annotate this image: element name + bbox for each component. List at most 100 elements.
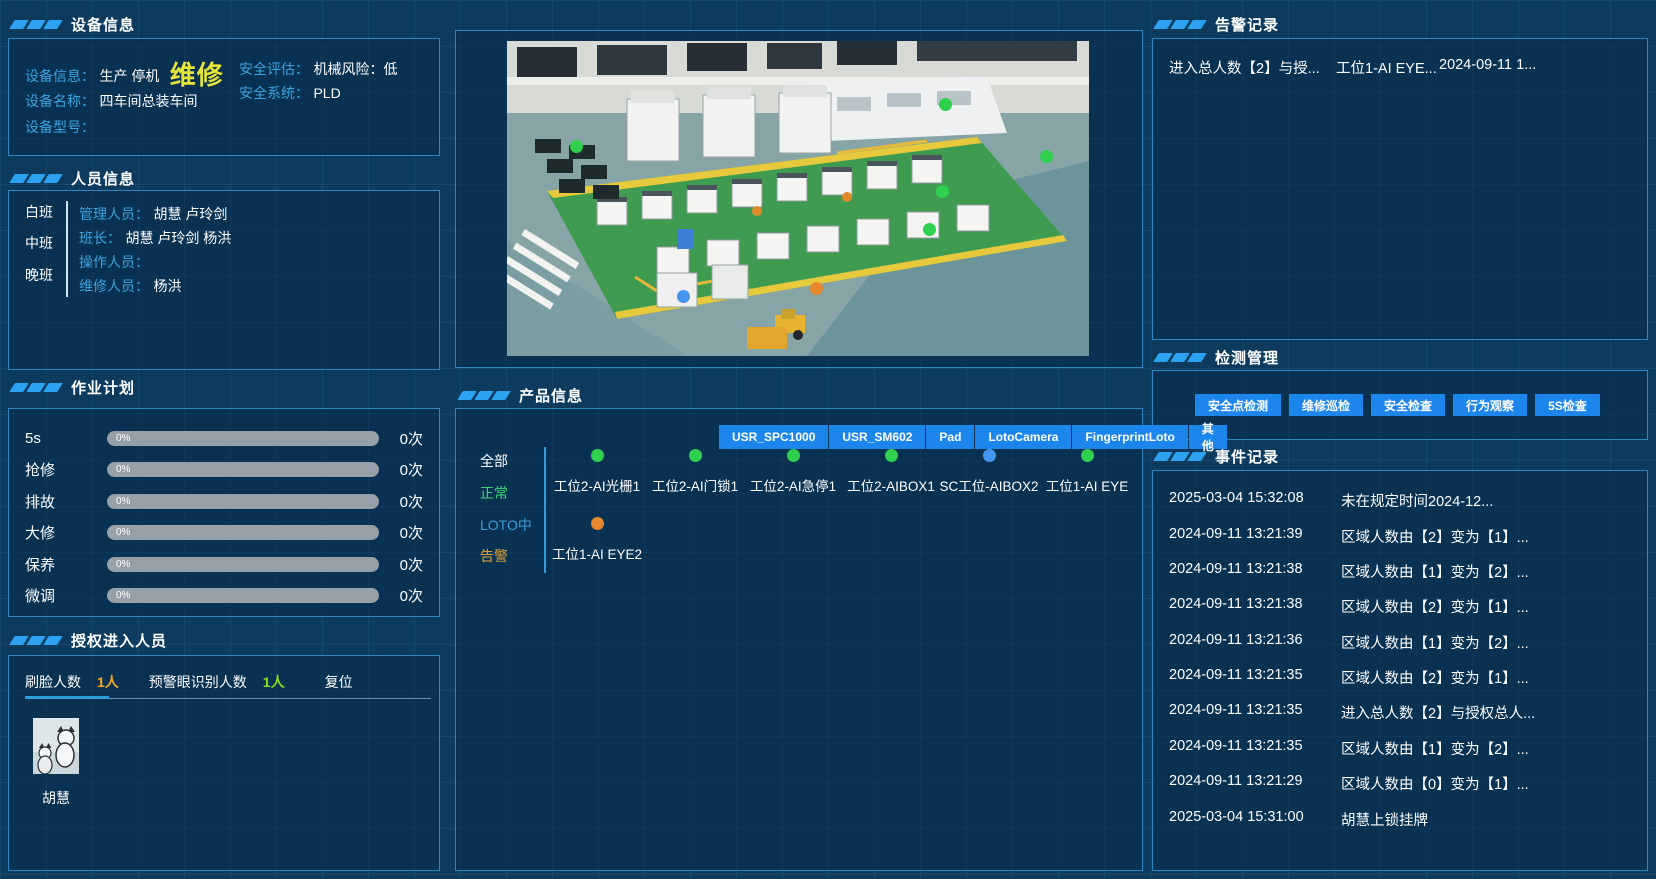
inspection-button-safety-check[interactable]: 安全检查 — [1371, 394, 1445, 416]
wp-percent: 0% — [116, 527, 130, 538]
manager-row: 管理人员： 胡慧 卢玲剑 — [79, 204, 227, 224]
inspection-button-safety-point[interactable]: 安全点检测 — [1195, 394, 1281, 416]
product-info-header: 产品信息 — [460, 384, 583, 406]
reset-button[interactable]: 复位 — [325, 672, 353, 692]
factory-3d-view[interactable] — [507, 41, 1089, 356]
status-marker-green[interactable] — [923, 223, 936, 236]
shift-tab-night[interactable]: 晚班 — [25, 265, 53, 285]
device-status-dot — [591, 517, 604, 530]
device-list-row2: 工位1-AI EYE2 — [548, 517, 646, 563]
filter-loto[interactable]: LOTO中 — [480, 515, 532, 535]
wp-progress-bar: 0% — [107, 525, 379, 540]
wp-percent: 0% — [116, 559, 130, 570]
device-info-value: 生产 停机 — [99, 68, 159, 84]
device-name-value: 四车间总装车间 — [99, 93, 197, 109]
source-button-usr-spc1000[interactable]: USR_SPC1000 — [719, 425, 828, 449]
source-button-pad[interactable]: Pad — [926, 425, 974, 449]
alarm-row[interactable]: 进入总人数【2】与授... 工位1-AI EYE... 2024-09-11 1… — [1153, 57, 1647, 81]
device-info-title: 设备信息 — [71, 14, 135, 35]
device-item[interactable]: 工位1-AI EYE — [1038, 449, 1136, 495]
work-plan-header: 作业计划 — [12, 376, 135, 398]
inspection-button-5s-check[interactable]: 5S检查 — [1535, 394, 1600, 416]
event-time: 2024-09-11 13:21:29 — [1169, 773, 1303, 789]
wp-percent: 0% — [116, 464, 130, 475]
device-name-label: 设备名称： — [25, 93, 95, 109]
safety-eval-value: 机械风险：低 — [313, 61, 397, 77]
safety-sys-label: 安全系统： — [239, 85, 309, 101]
authorized-header: 授权进入人员 — [12, 629, 167, 651]
maintainer-label: 维修人员： — [79, 278, 149, 294]
wp-progress-bar: 0% — [107, 431, 379, 446]
filter-all[interactable]: 全部 — [480, 451, 508, 471]
wp-count: 0次 — [379, 554, 423, 575]
wp-percent: 0% — [116, 590, 130, 601]
status-marker-green[interactable] — [939, 98, 952, 111]
wp-label: 5s — [25, 430, 107, 447]
device-item[interactable]: SC工位-AIBOX2 — [940, 449, 1038, 495]
status-marker-orange[interactable] — [810, 282, 823, 295]
device-item[interactable]: 工位2-AI光栅1 — [548, 449, 646, 495]
device-name: 工位2-AI光栅1 — [554, 475, 640, 495]
personnel-title: 人员信息 — [71, 168, 135, 189]
work-plan-row: 大修 0% 0次 — [25, 523, 423, 541]
source-button-fingerprintloto[interactable]: FingerprintLoto — [1072, 425, 1187, 449]
person-photo[interactable] — [33, 718, 79, 774]
section-dashes-icon — [460, 391, 508, 400]
event-time: 2024-09-11 13:21:38 — [1169, 596, 1303, 612]
section-dashes-icon — [12, 636, 60, 645]
personnel-header: 人员信息 — [12, 167, 135, 189]
wp-progress-bar: 0% — [107, 494, 379, 509]
event-message: 区域人数由【2】变为【1】... — [1341, 596, 1529, 617]
status-marker-green[interactable] — [570, 140, 583, 153]
inspection-title: 检测管理 — [1215, 347, 1279, 368]
alarm-records-title: 告警记录 — [1215, 14, 1279, 35]
status-marker-green[interactable] — [936, 185, 949, 198]
status-marker-green[interactable] — [1040, 150, 1053, 163]
wp-count: 0次 — [379, 428, 423, 449]
source-button-usr-sm602[interactable]: USR_SM602 — [829, 425, 925, 449]
safety-eval-label: 安全评估： — [239, 61, 309, 77]
work-plan-row: 抢修 0% 0次 — [25, 460, 423, 478]
device-name: 工位1-AI EYE2 — [552, 543, 642, 563]
event-time: 2025-03-04 15:31:00 — [1169, 809, 1304, 825]
event-time: 2024-09-11 13:21:38 — [1169, 561, 1303, 577]
device-item[interactable]: 工位2-AIBOX1 — [842, 449, 940, 495]
filter-normal[interactable]: 正常 — [480, 483, 508, 503]
factory-view-panel — [455, 30, 1143, 368]
device-name: 工位2-AIBOX1 — [847, 475, 935, 495]
inspection-header: 检测管理 — [1156, 346, 1279, 368]
inspection-button-maintenance-patrol[interactable]: 维修巡检 — [1289, 394, 1363, 416]
work-plan-row: 保养 0% 0次 — [25, 555, 423, 573]
device-info-header: 设备信息 — [12, 13, 135, 35]
event-message: 区域人数由【0】变为【1】... — [1341, 773, 1529, 794]
inspection-button-behavior-observation[interactable]: 行为观察 — [1453, 394, 1527, 416]
section-dashes-icon — [12, 174, 60, 183]
tab-eye-count[interactable]: 预警眼识别人数 — [149, 672, 247, 692]
event-time: 2024-09-11 13:21:35 — [1169, 738, 1303, 754]
shift-tab-day[interactable]: 白班 — [25, 202, 53, 222]
status-marker-blue[interactable] — [677, 290, 690, 303]
section-dashes-icon — [1156, 452, 1204, 461]
device-item[interactable]: 工位2-AI门锁1 — [646, 449, 744, 495]
wp-count: 0次 — [379, 585, 423, 606]
event-time: 2024-09-11 13:21:39 — [1169, 526, 1303, 542]
source-button-lotocamera[interactable]: LotoCamera — [975, 425, 1071, 449]
device-item[interactable]: 工位1-AI EYE2 — [548, 517, 646, 563]
face-count-badge: 1人 — [97, 672, 119, 692]
device-item[interactable]: 工位2-AI急停1 — [744, 449, 842, 495]
alarm-time: 2024-09-11 1... — [1439, 57, 1536, 73]
event-time: 2024-09-11 13:21:36 — [1169, 632, 1303, 648]
wp-label: 抢修 — [25, 459, 107, 480]
work-plan-row: 微调 0% 0次 — [25, 586, 423, 604]
event-time: 2024-09-11 13:21:35 — [1169, 667, 1303, 683]
event-time: 2024-09-11 13:21:35 — [1169, 702, 1303, 718]
tab-face-count[interactable]: 刷脸人数 — [25, 672, 81, 692]
shift-tab-middle[interactable]: 中班 — [25, 233, 53, 253]
authorized-title: 授权进入人员 — [71, 630, 167, 651]
foreman-row: 班长： 胡慧 卢玲剑 杨洪 — [79, 228, 231, 248]
authorized-tabs: 刷脸人数 1人 预警眼识别人数 1人 复位 — [25, 672, 353, 692]
filter-alarm[interactable]: 告警 — [480, 546, 508, 566]
events-panel: 2025-03-04 15:32:08未在规定时间2024-12... 2024… — [1152, 470, 1648, 871]
event-message: 未在规定时间2024-12... — [1341, 490, 1493, 511]
source-button-other[interactable]: 其他 — [1189, 425, 1227, 449]
